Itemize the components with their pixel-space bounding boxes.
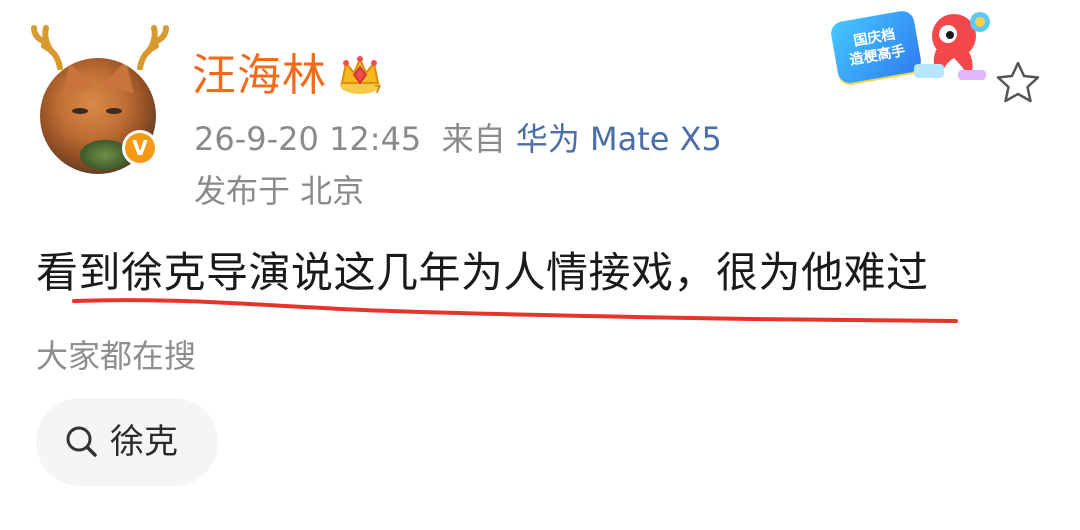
search-icon: [66, 426, 97, 457]
trending-search-heading: 大家都在搜: [36, 337, 197, 375]
source-prefix: 来自: [441, 120, 506, 158]
promo-badge[interactable]: 国庆档 造梗高手: [824, 6, 994, 92]
verified-badge-icon: V: [122, 130, 158, 166]
post-timestamp: 26-9-20 12:45: [194, 120, 422, 158]
crown-icon: 7: [340, 56, 382, 96]
search-chip[interactable]: 徐克: [36, 398, 218, 486]
svg-text:7: 7: [374, 83, 382, 96]
search-chip-label: 徐克: [110, 422, 178, 462]
author-name[interactable]: 汪海林: [192, 44, 327, 108]
mascot-icon: [914, 12, 990, 80]
author-avatar-group[interactable]: V: [30, 22, 169, 174]
post-meta: 26-9-20 12:45 来自 华为 Mate X5: [194, 112, 722, 166]
post-location: 发布于 北京: [194, 172, 365, 210]
promo-badge-label: 国庆档 造梗高手: [829, 9, 923, 85]
device-link[interactable]: 华为 Mate X5: [516, 120, 722, 158]
star-outline-icon[interactable]: [993, 58, 1043, 108]
red-underline-annotation: [72, 298, 958, 323]
